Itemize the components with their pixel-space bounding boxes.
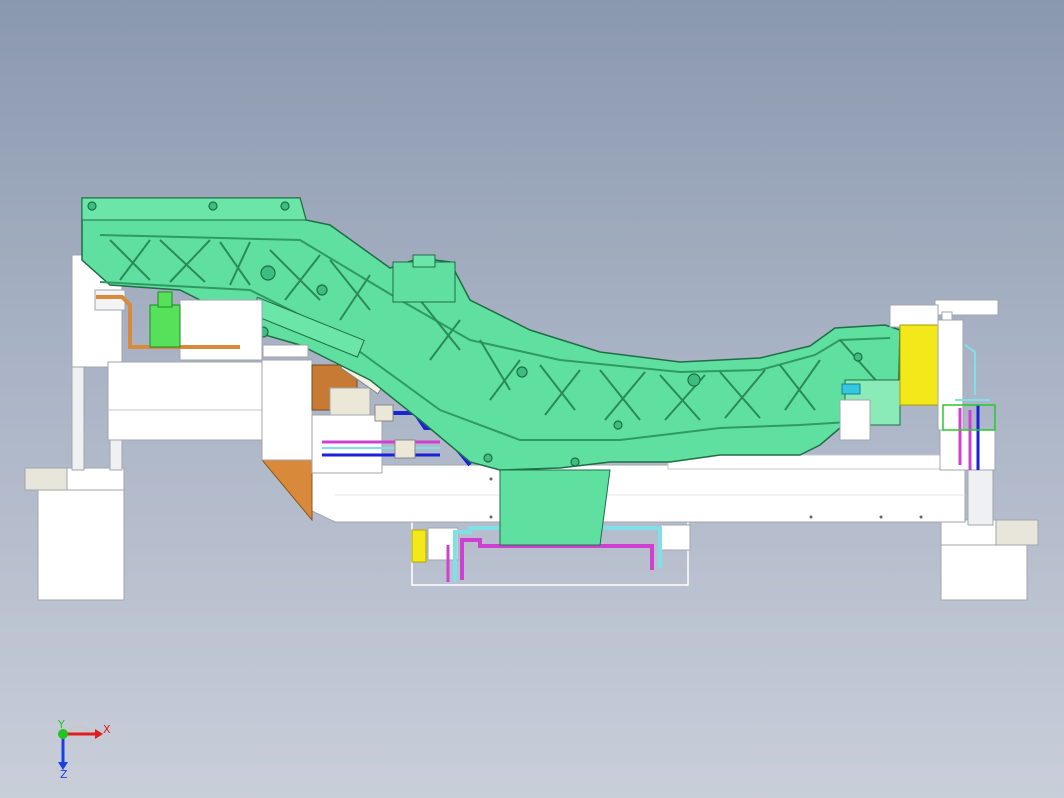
casting-lower-pocket: [499, 469, 611, 546]
pipe-manifold-block: [311, 414, 383, 474]
main-base-plate: [309, 454, 966, 523]
pipe-fitting-1: [394, 439, 416, 459]
left-base-block: [37, 489, 125, 601]
right-post: [967, 469, 994, 526]
cad-viewport[interactable]: X Y Z: [0, 0, 1064, 798]
left-bracket-block: [179, 299, 263, 361]
axis-x-label: X: [103, 723, 111, 736]
base-bolt-3: [489, 515, 493, 519]
base-bolt-5: [809, 515, 813, 519]
casting-boss-cap: [412, 254, 436, 268]
left-post-outer: [71, 364, 85, 471]
base-bolt-6: [879, 515, 883, 519]
left-base-cap: [24, 467, 68, 491]
yellow-clamp-block: [899, 324, 939, 406]
axis-z-label: Z: [60, 768, 68, 781]
left-base-cap2: [66, 467, 125, 491]
casting-boss-tower: [392, 261, 456, 303]
green-cylinder: [149, 304, 181, 348]
lower-bracket-right: [659, 524, 691, 551]
green-cylinder-cap: [157, 291, 173, 308]
pipe-fitting-2: [374, 404, 394, 422]
casting-top-flange: [81, 197, 307, 221]
center-left-block: [261, 359, 313, 461]
axis-y-label: Y: [57, 718, 65, 731]
lower-magenta-pipe: [460, 538, 654, 580]
cyan-sensor-block: [841, 383, 861, 395]
right-clamp-base: [939, 429, 996, 471]
cad-assembly-drawing[interactable]: X Y Z: [0, 0, 1064, 798]
right-base-block: [940, 539, 1028, 601]
lower-yellow-block: [411, 529, 427, 563]
left-clamp-plate: [107, 361, 264, 441]
base-bolt-7: [919, 515, 923, 519]
left-upper-bracket: [94, 289, 126, 311]
cylinder-rod: [262, 344, 309, 358]
base-plate-body: [309, 464, 966, 523]
right-support-block: [839, 399, 871, 441]
right-base-cap: [995, 519, 1039, 546]
right-clamp-mount: [889, 304, 939, 328]
axis-rotation-arc: [65, 725, 90, 733]
axis-triad: X Y Z: [57, 718, 111, 781]
base-bolt-1: [489, 477, 493, 481]
axis-x-arrow: [95, 729, 103, 739]
